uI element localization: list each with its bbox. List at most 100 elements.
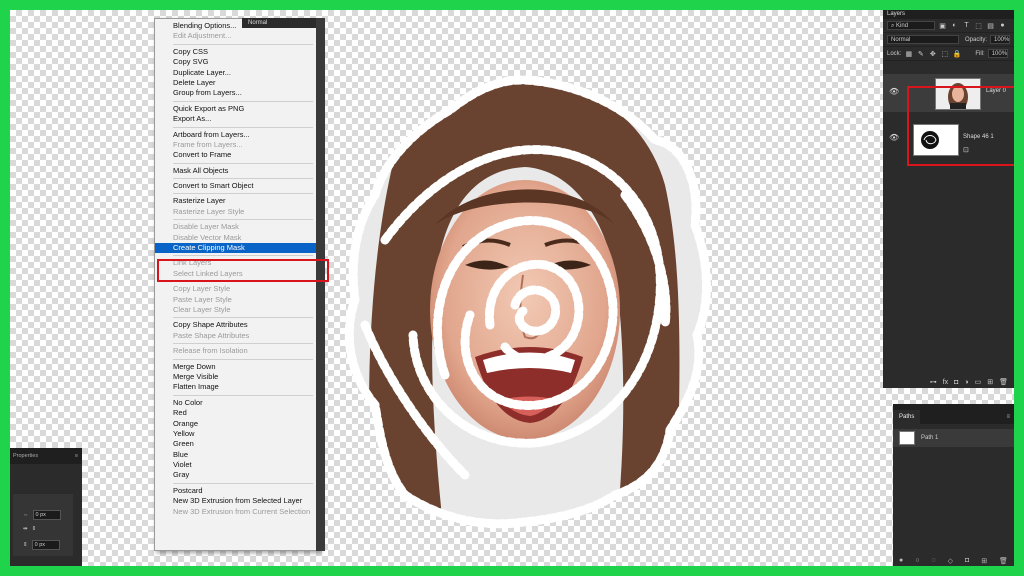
y-field[interactable]: 0 px (31, 540, 60, 550)
menu-item-rasterize-layer-style: Rasterize Layer Style (173, 206, 245, 216)
properties-content: ⇔ 0 px ⇹ ⇕ ⇕ 0 px (13, 494, 73, 556)
menu-item-copy-shape-attributes[interactable]: Copy Shape Attributes (155, 320, 319, 330)
layers-blend-row: Normal Opacity: 100% (883, 33, 1014, 47)
menu-item-quick-export-as-png[interactable]: Quick Export as PNG (155, 104, 319, 114)
menu-item-convert-to-frame[interactable]: Convert to Frame (155, 150, 319, 160)
lock-all-icon[interactable]: 🔒 (952, 49, 961, 58)
layer-name: Shape 46 1 (963, 134, 994, 140)
menu-item-delete-layer[interactable]: Delete Layer (155, 78, 319, 88)
menu-item-green[interactable]: Green (155, 439, 319, 449)
panel-menu-icon[interactable]: ≡ (75, 448, 78, 464)
lock-image-icon[interactable]: ✎ (916, 49, 925, 58)
menu-separator (173, 281, 313, 283)
eye-icon[interactable]: 👁 (889, 87, 899, 96)
adjustment-filter-icon[interactable]: ◐ (950, 21, 959, 30)
menu-item-artboard-from-layers[interactable]: Artboard from Layers... (155, 130, 319, 140)
menu-item-edit-adjustment: Edit Adjustment... (173, 31, 232, 41)
menu-item-convert-to-smart-object[interactable]: Convert to Smart Object (155, 181, 319, 191)
menu-separator (173, 178, 313, 180)
menu-separator (173, 343, 313, 345)
menu-item-release-from-isolation: Release from Isolation (173, 346, 248, 356)
layers-panel: Layers ⌕ Kind ▣ ◐ T ⬚ ▤ ● Normal Opacity… (883, 10, 1014, 388)
menu-item-rasterize-layer[interactable]: Rasterize Layer (155, 196, 319, 206)
menu-separator (173, 162, 313, 164)
x-field[interactable]: 0 px (32, 510, 61, 520)
menu-item-merge-visible[interactable]: Merge Visible (155, 372, 319, 382)
panel-menu-icon[interactable]: ≡ (1006, 414, 1010, 420)
lock-position-icon[interactable]: ✥ (928, 49, 937, 58)
blend-mode-select[interactable]: Normal (887, 35, 959, 44)
new-path-icon[interactable]: ⊞ (981, 557, 987, 565)
menu-item-paste-shape-attributes: Paste Shape Attributes (173, 330, 250, 340)
folder-icon[interactable]: ▭ (975, 378, 982, 386)
fill-path-icon[interactable]: ● (899, 557, 903, 564)
menu-item-yellow[interactable]: Yellow (155, 429, 319, 439)
artwork-canvas-image[interactable] (325, 75, 715, 545)
opacity-field[interactable]: 100% (990, 35, 1010, 44)
flip-horizontal-icon[interactable]: ⇹ (23, 526, 28, 532)
properties-panel: Properties ≡ ⇔ 0 px ⇹ ⇕ ⇕ 0 px (10, 448, 82, 566)
filter-toggle-icon[interactable]: ● (998, 21, 1007, 30)
vector-mask-icon: ⊡ (963, 147, 969, 154)
x-row: ⇔ 0 px (23, 510, 61, 520)
lock-artboard-icon[interactable]: ⬚ (940, 49, 949, 58)
adjustment-icon[interactable]: ◑ (964, 379, 968, 386)
layer-row-shape[interactable]: 👁 Shape 46 1 ⊡ (883, 120, 1014, 158)
paths-tabbar: Paths ≡ (893, 404, 1014, 424)
menu-item-mask-all-objects[interactable]: Mask All Objects (155, 166, 319, 176)
menu-item-copy-svg[interactable]: Copy SVG (155, 57, 319, 67)
new-layer-icon[interactable]: ⊞ (987, 378, 993, 386)
flip-vertical-icon[interactable]: ⇕ (32, 526, 37, 532)
paths-tab[interactable]: Paths (893, 410, 921, 424)
blend-mode-bar[interactable]: Normal (242, 18, 316, 28)
fill-field[interactable]: 100% (987, 49, 1008, 58)
menu-item-group-from-layers[interactable]: Group from Layers... (155, 88, 319, 98)
stroke-path-icon[interactable]: ○ (915, 557, 919, 564)
trash-icon[interactable]: 🗑 (999, 378, 1008, 386)
menu-separator (173, 482, 313, 484)
type-filter-icon[interactable]: T (962, 21, 971, 30)
shape-filter-icon[interactable]: ⬚ (974, 21, 983, 30)
menu-separator (173, 43, 313, 45)
fx-icon[interactable]: fx (943, 379, 948, 386)
menu-item-merge-down[interactable]: Merge Down (155, 362, 319, 372)
layer-row-layer-0[interactable]: 👁 Layer 0 (883, 74, 1014, 112)
menu-separator (173, 100, 313, 102)
eye-icon[interactable]: 👁 (889, 133, 899, 142)
menu-item-blue[interactable]: Blue (155, 450, 319, 460)
menu-item-create-clipping-mask[interactable]: Create Clipping Mask (155, 243, 319, 254)
canvas[interactable]: Blending Options... Edit Adjustment... Cop… (10, 10, 1014, 566)
menu-item-flatten-image[interactable]: Flatten Image (155, 382, 319, 392)
mask-icon[interactable]: ◘ (954, 379, 958, 386)
layers-tab[interactable]: Layers (883, 10, 1014, 19)
menu-item-gray[interactable]: Gray (155, 470, 319, 480)
menu-item-no-color[interactable]: No Color (155, 398, 319, 408)
paths-panel: Paths ≡ Path 1 ● ○ ◌ ◇ ◘ ⊞ 🗑 (893, 404, 1014, 566)
load-selection-icon[interactable]: ◌ (931, 557, 935, 564)
menu-item-orange[interactable]: Orange (155, 419, 319, 429)
y-row: ⇕ 0 px (23, 540, 60, 550)
menu-item-duplicate-layer[interactable]: Duplicate Layer... (155, 68, 319, 78)
menu-item-disable-vector-mask: Disable Vector Mask (173, 232, 242, 242)
trash-icon[interactable]: 🗑 (999, 557, 1008, 565)
blend-mode-label: Normal (248, 20, 268, 26)
smart-filter-icon[interactable]: ▤ (986, 21, 995, 30)
menu-separator (173, 193, 313, 195)
menu-item-paste-layer-style: Paste Layer Style (173, 294, 232, 304)
menu-item-export-as[interactable]: Export As... (155, 114, 319, 124)
menu-separator (173, 317, 313, 319)
layer-name: Layer 0 (986, 88, 1007, 94)
menu-item-violet[interactable]: Violet (155, 460, 319, 470)
make-path-icon[interactable]: ◇ (948, 557, 953, 565)
link-icon[interactable]: ⊶ (930, 378, 937, 386)
pixel-filter-icon[interactable]: ▣ (938, 21, 947, 30)
properties-tab[interactable]: Properties ≡ (10, 448, 82, 464)
lock-transparent-icon[interactable]: ▦ (904, 49, 913, 58)
menu-item-red[interactable]: Red (155, 408, 319, 418)
path-row[interactable]: Path 1 (893, 429, 1014, 447)
add-mask-icon[interactable]: ◘ (965, 557, 969, 564)
menu-item-postcard[interactable]: Postcard (155, 486, 319, 496)
menu-item-new-3d-extrusion-from-selected-layer[interactable]: New 3D Extrusion from Selected Layer (155, 496, 319, 506)
filter-kind-select[interactable]: ⌕ Kind (887, 21, 935, 30)
menu-item-copy-css[interactable]: Copy CSS (155, 47, 319, 57)
